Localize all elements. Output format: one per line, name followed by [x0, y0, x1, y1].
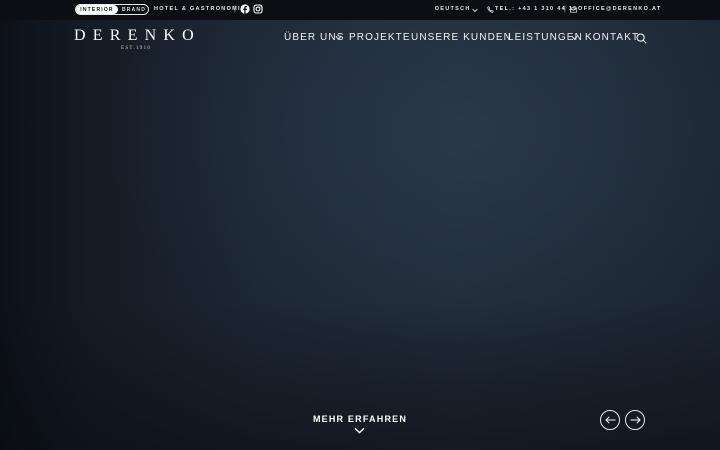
instagram-icon[interactable]	[253, 4, 263, 14]
slider-prev-button[interactable]	[600, 410, 620, 430]
hotel-gastronomie-link[interactable]: HOTEL & GASTRONOMIE	[154, 5, 246, 14]
facebook-icon[interactable]	[240, 4, 250, 14]
arrow-right-icon	[630, 416, 641, 424]
chevron-down-icon[interactable]	[354, 427, 365, 434]
phone-icon	[487, 6, 494, 13]
chevron-down-icon[interactable]	[472, 8, 478, 13]
logo[interactable]: DERENKO	[74, 27, 201, 45]
slider-next-button[interactable]	[625, 410, 645, 430]
nav-kontakt[interactable]: KONTAKT	[585, 32, 639, 44]
search-icon[interactable]	[636, 33, 647, 44]
mail-icon	[570, 6, 577, 13]
hero-shade	[0, 0, 720, 450]
switch-interior[interactable]: INTERIOR	[76, 5, 118, 14]
interior-brand-switch[interactable]: INTERIOR BRAND	[75, 4, 149, 15]
chevron-down-icon[interactable]	[335, 35, 342, 41]
nav-unsere-kunden[interactable]: UNSERE KUNDEN	[411, 32, 512, 44]
separator: |	[234, 6, 236, 13]
switch-brand[interactable]: BRAND	[119, 5, 149, 14]
nav-projekte[interactable]: PROJEKTE	[349, 32, 411, 44]
arrow-left-icon	[604, 416, 615, 424]
language-select[interactable]: DEUTSCH	[435, 5, 471, 14]
top-bar: INTERIOR BRAND HOTEL & GASTRONOMIE | DEU…	[0, 0, 720, 20]
chevron-down-icon[interactable]	[571, 35, 578, 41]
logo-established: EST.1910	[121, 46, 152, 51]
mehr-erfahren-button[interactable]: MEHR ERFAHREN	[300, 414, 420, 425]
email-link[interactable]: OFFICE@DERENKO.AT	[578, 5, 662, 14]
separator: |	[564, 6, 566, 13]
